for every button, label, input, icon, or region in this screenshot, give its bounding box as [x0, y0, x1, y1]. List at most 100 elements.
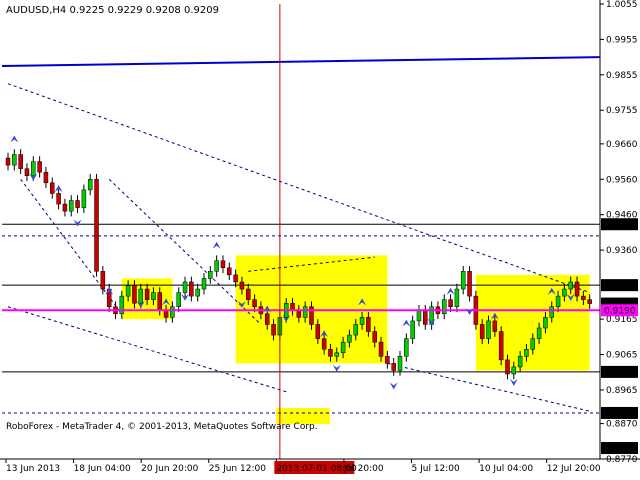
- level-tag-label: 0.9016: [604, 368, 636, 378]
- candle-body: [372, 331, 377, 343]
- candle-body: [505, 359, 510, 375]
- x-tick-label: 5 Jul 12:00: [412, 464, 461, 474]
- candle-body: [5, 157, 11, 166]
- candle-body: [182, 281, 188, 293]
- footer-copyright: RoboForex - MetaTrader 4, © 2001-2013, M…: [6, 422, 318, 432]
- candle-body: [328, 348, 333, 357]
- candle-body: [144, 288, 150, 300]
- candle-body: [391, 363, 396, 371]
- candle-body: [555, 295, 561, 307]
- candle-body: [151, 292, 156, 300]
- candle-body: [536, 327, 542, 339]
- candle-body: [479, 324, 485, 339]
- candle-body: [410, 320, 415, 339]
- candle-body: [302, 306, 308, 318]
- candle-body: [157, 292, 162, 311]
- candle-body: [208, 271, 213, 279]
- candle-body: [43, 171, 49, 184]
- candle-body: [195, 288, 200, 297]
- y-tick-label: 0.9755: [606, 106, 638, 116]
- level-tag-label: 0.9433: [604, 220, 636, 230]
- price-chart[interactable]: 1.0055 0.9955 0.9855 0.9755 0.9660 0.9560 0.94…: [0, 0, 640, 480]
- candle-body: [62, 203, 68, 212]
- y-tick-label: 0.8870: [606, 420, 638, 430]
- candle-body: [574, 281, 580, 297]
- x-tick-label: Jul 20:00: [343, 464, 384, 474]
- y-tick-label: 0.8770: [606, 455, 638, 465]
- level-tag-label: 0.9261: [604, 281, 636, 291]
- candle-body: [334, 352, 340, 357]
- candle-body: [460, 271, 466, 290]
- candle-body: [264, 313, 270, 325]
- candle-body: [423, 310, 428, 325]
- candle-body: [132, 285, 137, 304]
- y-tick-label: 0.9360: [606, 246, 638, 256]
- candle-body: [385, 356, 390, 364]
- candle-body: [271, 324, 276, 336]
- y-tick-label: 1.0055: [606, 0, 638, 10]
- candle-body: [524, 348, 529, 357]
- candle-body: [100, 271, 106, 290]
- candle-body: [214, 260, 219, 272]
- candle-body: [24, 168, 30, 176]
- x-tick-label: 13 Jun 2013: [6, 464, 60, 474]
- candle-body: [581, 295, 586, 300]
- candle-body: [340, 341, 346, 354]
- y-tick-label: 0.9855: [606, 71, 638, 81]
- candle-body: [12, 154, 17, 166]
- candle-body: [448, 299, 453, 307]
- y-tick-label: 0.9560: [606, 175, 638, 185]
- candle-body: [290, 302, 295, 311]
- candle-body: [252, 299, 257, 307]
- candle-body: [75, 200, 80, 208]
- candle-body: [587, 299, 592, 304]
- candle-body: [239, 281, 245, 290]
- candle-body: [50, 182, 55, 194]
- candle-body: [56, 193, 61, 205]
- y-tick-label: 0.9955: [606, 35, 638, 45]
- candle-body: [492, 320, 498, 332]
- candle-body: [163, 310, 169, 318]
- candle-body: [321, 338, 327, 350]
- candle-body: [94, 179, 99, 272]
- candle-body: [18, 154, 23, 169]
- candle-body: [378, 341, 384, 357]
- candle-body: [498, 331, 504, 361]
- y-tick-label: 0.9065: [606, 351, 638, 361]
- candle-body: [517, 356, 523, 368]
- x-tick-label: 12 Jul 20:00: [547, 464, 601, 474]
- level-tag-label: 0.9190: [604, 306, 636, 316]
- candle-body: [549, 306, 554, 318]
- candle-body: [138, 288, 144, 304]
- candle-body: [562, 288, 567, 297]
- candle-body: [31, 161, 36, 176]
- candle-body: [366, 317, 371, 332]
- level-tag-label: 0.8900: [604, 409, 636, 419]
- candle-body: [176, 292, 181, 307]
- candle-body: [530, 338, 536, 350]
- candle-body: [233, 274, 238, 283]
- x-tick-label: 18 Jun 04:00: [74, 464, 131, 474]
- x-tick-label: 25 Jun 12:00: [209, 464, 266, 474]
- candle-body: [397, 356, 403, 371]
- candle-body: [359, 317, 365, 325]
- candle-body: [170, 306, 175, 318]
- candle-body: [353, 324, 358, 336]
- y-tick-label: 0.9660: [606, 140, 638, 150]
- candle-body: [227, 267, 232, 276]
- candle-body: [189, 281, 194, 297]
- candle-body: [416, 310, 422, 322]
- candle-body: [246, 288, 251, 300]
- candle-body: [347, 334, 352, 343]
- candle-body: [454, 288, 460, 307]
- candle-body: [37, 161, 42, 173]
- candle-body: [296, 310, 302, 318]
- symbol-header: AUDUSD,H4 0.9225 0.9229 0.9208 0.9209: [6, 5, 219, 16]
- candle-body: [125, 285, 131, 297]
- y-tick-label: 0.9165: [606, 315, 638, 325]
- x-tick-label: 10 Jul 04:00: [479, 464, 533, 474]
- candle-body: [87, 179, 93, 191]
- candle-body: [442, 299, 447, 315]
- candle-body: [568, 281, 573, 290]
- candle-body: [220, 260, 226, 269]
